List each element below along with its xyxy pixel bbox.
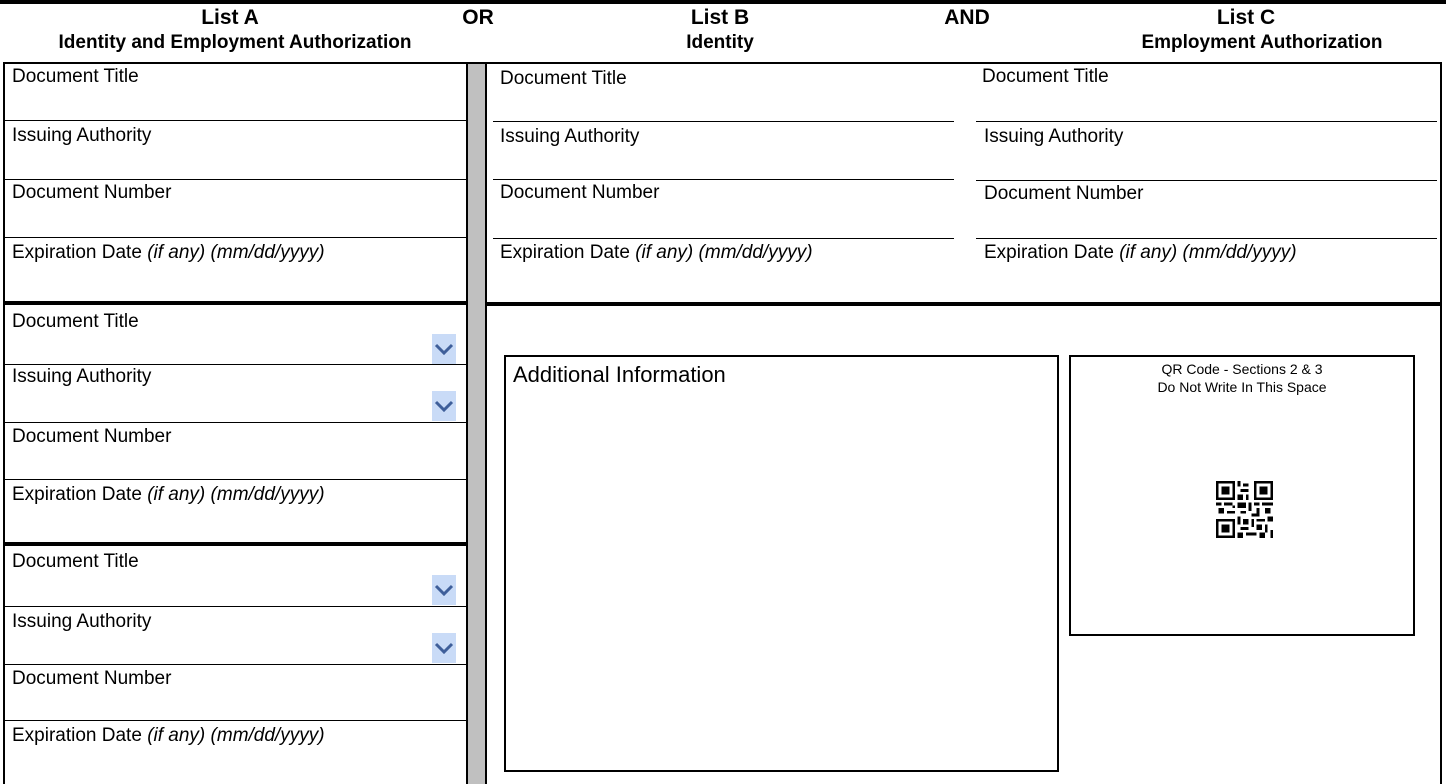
list-a-doc2-title-dropdown-button[interactable] bbox=[432, 334, 456, 364]
list-b-expiration-label: Expiration Date (if any) (mm/dd/yyyy) bbox=[500, 242, 813, 263]
list-a-doc1-issuing-field[interactable] bbox=[4, 146, 464, 179]
chevron-down-icon bbox=[434, 400, 454, 412]
list-a-doc3-number-label: Document Number bbox=[12, 668, 172, 689]
divider bbox=[4, 422, 466, 423]
list-a-doc1-expiration-label: Expiration Date (if any) (mm/dd/yyyy) bbox=[12, 242, 325, 263]
list-a-doc2-number-label: Document Number bbox=[12, 426, 172, 447]
list-a-doc1-expiration-field[interactable] bbox=[4, 264, 464, 300]
list-a-doc3-expiration-label: Expiration Date (if any) (mm/dd/yyyy) bbox=[12, 725, 325, 746]
divider bbox=[493, 179, 954, 180]
list-a-doc3-number-field[interactable] bbox=[4, 690, 464, 720]
divider bbox=[4, 179, 466, 180]
list-a-doc1-title-field[interactable] bbox=[4, 84, 464, 120]
chevron-down-icon bbox=[434, 343, 454, 355]
list-b-title-label: Document Title bbox=[500, 68, 627, 89]
list-b-issuing-field[interactable] bbox=[493, 148, 953, 178]
list-c-title-label: Document Title bbox=[982, 66, 1109, 87]
list-c-expiration-field[interactable] bbox=[976, 264, 1436, 300]
section-divider bbox=[487, 302, 1442, 306]
list-c-title-field[interactable] bbox=[976, 88, 1436, 120]
divider bbox=[4, 120, 466, 121]
list-b-issuing-label: Issuing Authority bbox=[500, 126, 640, 147]
list-a-doc3-title-field[interactable] bbox=[4, 574, 432, 606]
qr-code-icon bbox=[1216, 481, 1273, 538]
top-rule bbox=[0, 0, 1446, 4]
list-c-title: List C bbox=[1216, 6, 1276, 29]
list-a-subtitle: Identity and Employment Authorization bbox=[58, 32, 412, 53]
divider bbox=[976, 121, 1437, 122]
divider bbox=[976, 238, 1437, 239]
list-a-doc3-title-label: Document Title bbox=[12, 551, 139, 572]
and-label: AND bbox=[944, 6, 990, 29]
divider bbox=[493, 238, 954, 239]
list-c-number-label: Document Number bbox=[984, 183, 1144, 204]
section-divider bbox=[3, 301, 466, 305]
list-b-title: List B bbox=[690, 6, 750, 29]
divider bbox=[4, 237, 466, 238]
list-b-subtitle: Identity bbox=[686, 32, 754, 53]
list-a-doc3-issuing-dropdown-button[interactable] bbox=[432, 633, 456, 663]
divider bbox=[4, 364, 466, 365]
or-divider-column bbox=[466, 62, 487, 784]
list-a-doc2-issuing-label: Issuing Authority bbox=[12, 366, 152, 387]
list-a-doc3-issuing-label: Issuing Authority bbox=[12, 611, 152, 632]
list-a-doc3-expiration-field[interactable] bbox=[4, 748, 464, 782]
list-c-expiration-label: Expiration Date (if any) (mm/dd/yyyy) bbox=[984, 242, 1297, 263]
divider bbox=[4, 606, 466, 607]
divider bbox=[976, 180, 1437, 181]
list-a-doc3-title-dropdown-button[interactable] bbox=[432, 575, 456, 605]
list-c-issuing-label: Issuing Authority bbox=[984, 126, 1124, 147]
list-a-doc1-issuing-label: Issuing Authority bbox=[12, 125, 152, 146]
additional-info-label: Additional Information bbox=[513, 362, 726, 387]
list-b-title-field[interactable] bbox=[493, 90, 953, 120]
or-label: OR bbox=[462, 6, 494, 29]
section-divider bbox=[3, 542, 466, 546]
list-a-doc2-title-field[interactable] bbox=[4, 332, 432, 364]
divider bbox=[493, 121, 954, 122]
list-c-number-field[interactable] bbox=[976, 205, 1436, 237]
qr-code-caption-line1: QR Code - Sections 2 & 3 bbox=[1161, 361, 1323, 377]
list-a-doc2-expiration-field[interactable] bbox=[4, 506, 464, 542]
divider bbox=[4, 664, 466, 665]
list-c-issuing-field[interactable] bbox=[976, 148, 1436, 180]
divider bbox=[4, 479, 466, 480]
list-a-doc2-issuing-field[interactable] bbox=[4, 390, 432, 422]
qr-code-caption-line2: Do Not Write In This Space bbox=[1157, 379, 1327, 395]
list-a-doc3-issuing-field[interactable] bbox=[4, 632, 432, 664]
list-b-number-label: Document Number bbox=[500, 182, 660, 203]
list-a-doc2-issuing-dropdown-button[interactable] bbox=[432, 391, 456, 421]
list-a-doc1-number-label: Document Number bbox=[12, 182, 172, 203]
list-b-number-field[interactable] bbox=[493, 204, 953, 237]
list-c-subtitle: Employment Authorization bbox=[1141, 32, 1383, 53]
list-b-expiration-field[interactable] bbox=[493, 264, 953, 300]
list-a-doc1-number-field[interactable] bbox=[4, 204, 464, 237]
chevron-down-icon bbox=[434, 584, 454, 596]
list-a-doc2-expiration-label: Expiration Date (if any) (mm/dd/yyyy) bbox=[12, 484, 325, 505]
additional-info-box[interactable] bbox=[504, 355, 1059, 772]
divider bbox=[4, 720, 466, 721]
list-a-doc2-title-label: Document Title bbox=[12, 311, 139, 332]
list-a-title: List A bbox=[201, 6, 259, 29]
chevron-down-icon bbox=[434, 642, 454, 654]
list-a-doc2-number-field[interactable] bbox=[4, 448, 464, 479]
